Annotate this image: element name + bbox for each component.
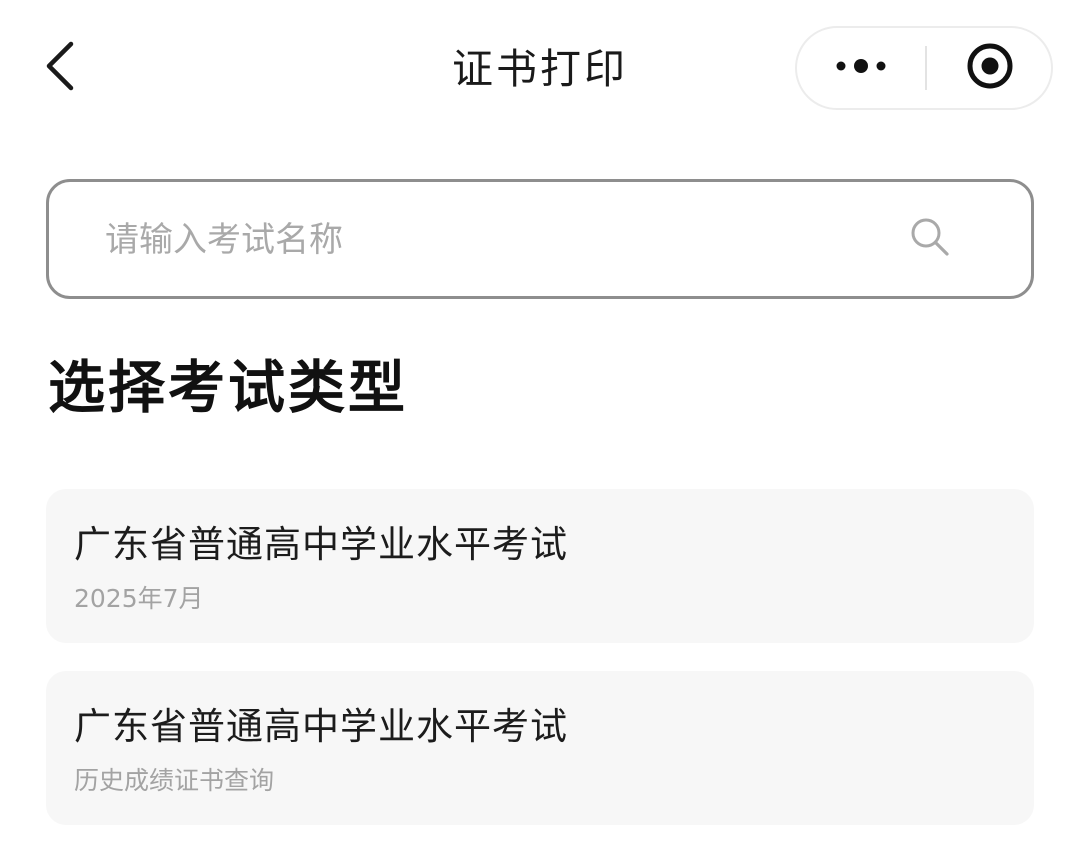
search-box xyxy=(46,179,1034,299)
exam-card[interactable]: 广东省普通高中学业水平考试 历史成绩证书查询 xyxy=(46,671,1034,825)
chevron-left-icon xyxy=(43,40,77,96)
more-button[interactable] xyxy=(797,28,925,108)
mini-program-capsule xyxy=(795,26,1053,110)
exam-card-subtitle: 历史成绩证书查询 xyxy=(74,766,275,795)
more-dots-icon xyxy=(833,56,889,80)
search-input[interactable] xyxy=(105,206,885,274)
exam-card[interactable]: 广东省普通高中学业水平考试 2025年7月 xyxy=(46,489,1034,643)
certificate-print-page: 证书打印 请输入考试名称 选择考试类型 广东省普通高中学业水平考试 2025年7… xyxy=(0,0,1080,855)
close-mini-program-button[interactable] xyxy=(927,28,1053,108)
exam-card-title: 广东省普通高中学业水平考试 xyxy=(74,523,568,566)
exam-card-title: 广东省普通高中学业水平考试 xyxy=(74,705,568,748)
search-icon[interactable] xyxy=(905,212,955,262)
exam-card-subtitle: 2025年7月 xyxy=(74,584,204,613)
page-title: 证书打印 xyxy=(452,45,628,93)
nav-bar: 证书打印 xyxy=(0,0,1080,140)
section-heading: 选择考试类型 xyxy=(48,355,408,421)
back-button[interactable] xyxy=(30,32,90,104)
target-circle-icon xyxy=(965,41,1015,95)
